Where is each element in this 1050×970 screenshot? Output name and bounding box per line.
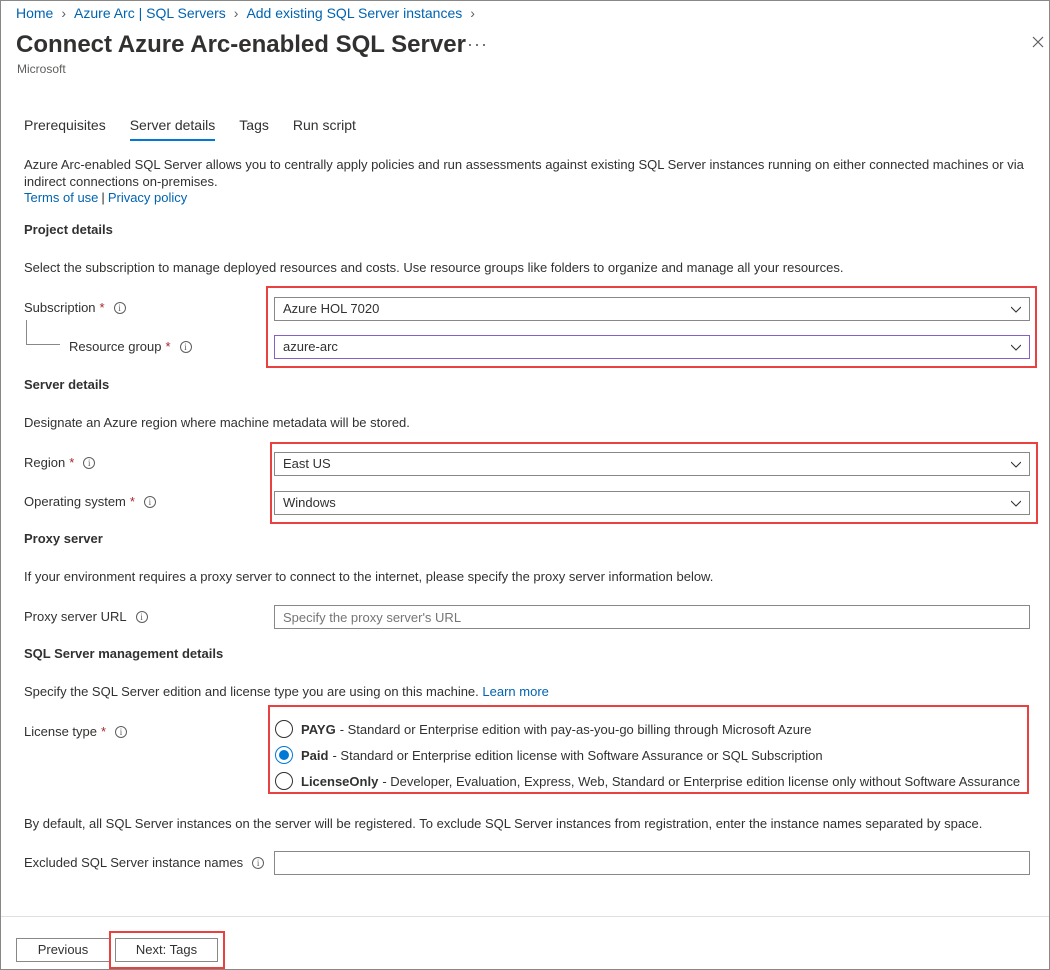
intro-text: Azure Arc-enabled SQL Server allows you … (24, 157, 1024, 189)
license-type-label: License type * i (24, 724, 128, 739)
page-title: Connect Azure Arc-enabled SQL Server (16, 31, 466, 58)
wizard-tabs: Prerequisites Server details Tags Run sc… (24, 117, 380, 141)
footer-divider (1, 916, 1049, 917)
chevron-right-icon: › (61, 5, 67, 21)
required-marker: * (129, 494, 135, 509)
region-label-text: Region (24, 455, 66, 470)
required-marker: * (69, 455, 75, 470)
close-icon[interactable] (1030, 34, 1046, 50)
info-icon[interactable]: i (135, 610, 148, 623)
exclude-description: By default, all SQL Server instances on … (24, 816, 983, 831)
resource-group-label: Resource group * i (69, 339, 192, 354)
breadcrumb: Home › Azure Arc | SQL Servers › Add exi… (16, 5, 483, 21)
breadcrumb-add-instances[interactable]: Add existing SQL Server instances (246, 5, 462, 21)
os-label-text: Operating system (24, 494, 126, 509)
highlight-box-project (266, 286, 1037, 368)
project-details-description: Select the subscription to manage deploy… (24, 260, 844, 275)
publisher-label: Microsoft (17, 62, 66, 76)
learn-more-link[interactable]: Learn more (482, 684, 548, 699)
terms-of-use-link[interactable]: Terms of use (24, 190, 98, 205)
tab-prerequisites[interactable]: Prerequisites (24, 117, 106, 141)
proxy-server-heading: Proxy server (24, 531, 103, 546)
info-icon[interactable]: i (179, 340, 192, 353)
highlight-box-server (270, 442, 1038, 524)
breadcrumb-home[interactable]: Home (16, 5, 53, 21)
subscription-label: Subscription * i (24, 300, 126, 315)
tab-tags[interactable]: Tags (239, 117, 269, 141)
sql-management-description-text: Specify the SQL Server edition and licen… (24, 684, 479, 699)
resource-group-label-text: Resource group (69, 339, 162, 354)
link-separator: | (101, 190, 105, 205)
server-details-description: Designate an Azure region where machine … (24, 415, 410, 430)
required-marker: * (99, 300, 105, 315)
required-marker: * (101, 724, 107, 739)
license-type-label-text: License type (24, 724, 97, 739)
highlight-box-license (268, 705, 1029, 794)
chevron-right-icon: › (470, 5, 475, 21)
legal-links: Terms of use | Privacy policy (24, 190, 187, 205)
info-icon[interactable]: i (113, 301, 126, 314)
required-marker: * (165, 339, 171, 354)
os-label: Operating system * i (24, 494, 156, 509)
proxy-url-label: Proxy server URL i (24, 609, 148, 624)
more-options-icon[interactable]: ··· (467, 34, 488, 55)
proxy-url-label-text: Proxy server URL (24, 609, 127, 624)
highlight-box-next (109, 931, 225, 969)
excluded-instances-input[interactable] (274, 851, 1030, 875)
previous-button[interactable]: Previous (16, 938, 110, 962)
subscription-label-text: Subscription (24, 300, 96, 315)
proxy-url-input[interactable] (274, 605, 1030, 629)
info-icon[interactable]: i (143, 495, 156, 508)
breadcrumb-arc-sql-servers[interactable]: Azure Arc | SQL Servers (74, 5, 226, 21)
privacy-policy-link[interactable]: Privacy policy (108, 190, 187, 205)
proxy-server-description: If your environment requires a proxy ser… (24, 569, 714, 584)
server-details-heading: Server details (24, 377, 110, 392)
sql-management-description: Specify the SQL Server edition and licen… (24, 684, 549, 699)
project-details-heading: Project details (24, 222, 113, 237)
excluded-instances-label: Excluded SQL Server instance names i (24, 855, 265, 870)
sql-management-heading: SQL Server management details (24, 646, 224, 661)
tab-server-details[interactable]: Server details (129, 117, 216, 141)
info-icon[interactable]: i (83, 456, 96, 469)
tab-run-script[interactable]: Run script (293, 117, 356, 141)
tree-connector (26, 320, 60, 345)
chevron-right-icon: › (233, 5, 239, 21)
excluded-instances-label-text: Excluded SQL Server instance names (24, 855, 244, 870)
info-icon[interactable]: i (252, 856, 265, 869)
region-label: Region * i (24, 455, 96, 470)
info-icon[interactable]: i (115, 725, 128, 738)
